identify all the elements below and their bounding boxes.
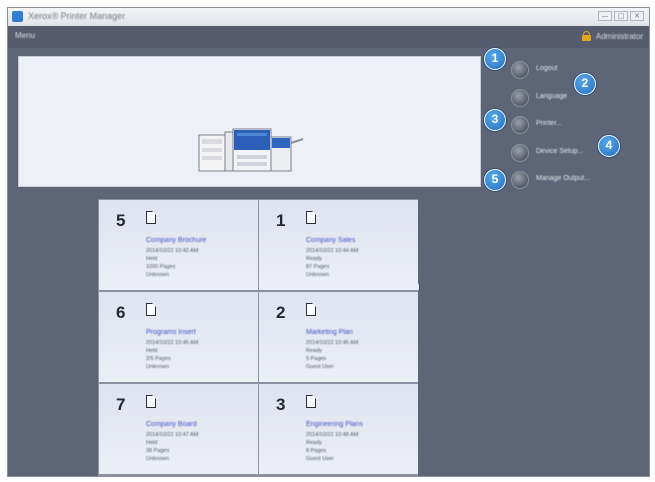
side-button-label: Manage Output...: [536, 175, 591, 182]
job-sheets: 1000 Pages: [146, 264, 176, 270]
job-tile[interactable]: 2 Marketing Plan 2014/10/22 10:46 AM Rea…: [259, 292, 418, 382]
app-icon: [12, 11, 23, 22]
job-number: 1: [276, 211, 286, 230]
menu-button[interactable]: Menu: [15, 31, 35, 40]
job-tile[interactable]: 7 Company Board 2014/10/22 10:47 AM Held…: [99, 384, 258, 474]
job-owner: Unknown: [146, 456, 169, 462]
job-name[interactable]: Company Board: [146, 421, 197, 428]
lock-icon: [582, 31, 591, 41]
app-window: Xerox® Printer Manager — □ ✕ Menu Admini…: [7, 7, 650, 477]
minimize-button[interactable]: —: [598, 11, 612, 21]
side-button-label: Device Setup...: [536, 148, 584, 155]
maximize-button[interactable]: □: [614, 11, 628, 21]
callout-badge: 1: [484, 48, 506, 70]
job-owner: Unknown: [306, 272, 329, 278]
job-owner: Guest User: [306, 364, 334, 370]
job-status: Ready: [306, 348, 322, 354]
document-icon: [146, 303, 156, 316]
job-name[interactable]: Marketing Plan: [306, 329, 353, 336]
document-icon: [306, 395, 316, 408]
document-icon: [146, 211, 156, 224]
job-name[interactable]: Company Brochure: [146, 237, 206, 244]
job-tile[interactable]: 3 Engineering Plans 2014/10/22 10:48 AM …: [259, 384, 418, 474]
job-status: Held: [146, 440, 158, 446]
job-number: 7: [116, 395, 126, 414]
job-sheets: 5 Pages: [306, 356, 327, 362]
printer-icon: [198, 128, 304, 172]
job-date: 2014/10/22 10:47 AM: [146, 432, 199, 438]
job-tile[interactable]: 5 Company Brochure 2014/10/22 10:42 AM H…: [99, 200, 258, 290]
job-sheets: 8 Pages: [306, 448, 327, 454]
job-sheets: 38 Pages: [146, 448, 170, 454]
document-icon: [306, 303, 316, 316]
job-tile[interactable]: 1 Company Sales 2014/10/22 10:44 AM Read…: [259, 200, 418, 290]
callout-badge: 2: [574, 73, 596, 95]
manage-output-button[interactable]: Manage Output...: [511, 171, 631, 193]
job-status: Held: [146, 256, 158, 262]
logout-icon[interactable]: [511, 61, 529, 79]
job-owner: Guest User: [306, 456, 334, 462]
job-tile[interactable]: 6 Programs Insert 2014/10/22 10:45 AM He…: [99, 292, 258, 382]
job-queue-grid: 5 Company Brochure 2014/10/22 10:42 AM H…: [98, 199, 418, 476]
job-date: 2014/10/22 10:46 AM: [306, 340, 359, 346]
job-owner: Unknown: [146, 272, 169, 278]
side-button-label: Logout: [536, 65, 558, 72]
language-icon[interactable]: [511, 89, 529, 107]
job-number: 6: [116, 303, 126, 322]
user-name[interactable]: Administrator: [596, 32, 643, 41]
title-bar: Xerox® Printer Manager — □ ✕: [8, 8, 649, 27]
menu-bar: Menu Administrator: [8, 26, 649, 48]
printer-status-panel: [18, 56, 481, 187]
job-number: 5: [116, 211, 126, 230]
printer-btn-icon[interactable]: [511, 116, 529, 134]
callout-badge: 4: [598, 135, 620, 157]
job-status: Ready: [306, 440, 322, 446]
job-date: 2014/10/22 10:44 AM: [306, 248, 359, 254]
document-icon: [146, 395, 156, 408]
close-button[interactable]: ✕: [630, 11, 644, 21]
job-date: 2014/10/22 10:42 AM: [146, 248, 199, 254]
job-sheets: 2/5 Pages: [146, 356, 171, 362]
side-button-label: Language: [536, 93, 568, 100]
manage-output-icon[interactable]: [511, 171, 529, 189]
logout-button[interactable]: Logout: [511, 61, 621, 83]
window-title: Xerox® Printer Manager: [28, 11, 126, 21]
job-name[interactable]: Company Sales: [306, 237, 355, 244]
device-setup-icon[interactable]: [511, 144, 529, 162]
document-icon: [306, 211, 316, 224]
job-date: 2014/10/22 10:45 AM: [146, 340, 199, 346]
job-sheets: 87 Pages: [306, 264, 330, 270]
job-name[interactable]: Programs Insert: [146, 329, 196, 336]
job-number: 2: [276, 303, 286, 322]
job-status: Held: [146, 348, 158, 354]
language-button[interactable]: Language: [511, 89, 621, 111]
callout-badge: 3: [484, 109, 506, 131]
job-owner: Unknown: [146, 364, 169, 370]
user-area[interactable]: Administrator: [573, 31, 643, 43]
job-status: Ready: [306, 256, 322, 262]
job-name[interactable]: Engineering Plans: [306, 421, 363, 428]
callout-badge: 5: [484, 169, 506, 191]
job-date: 2014/10/22 10:48 AM: [306, 432, 359, 438]
side-button-label: Printer...: [536, 120, 563, 127]
job-number: 3: [276, 395, 286, 414]
